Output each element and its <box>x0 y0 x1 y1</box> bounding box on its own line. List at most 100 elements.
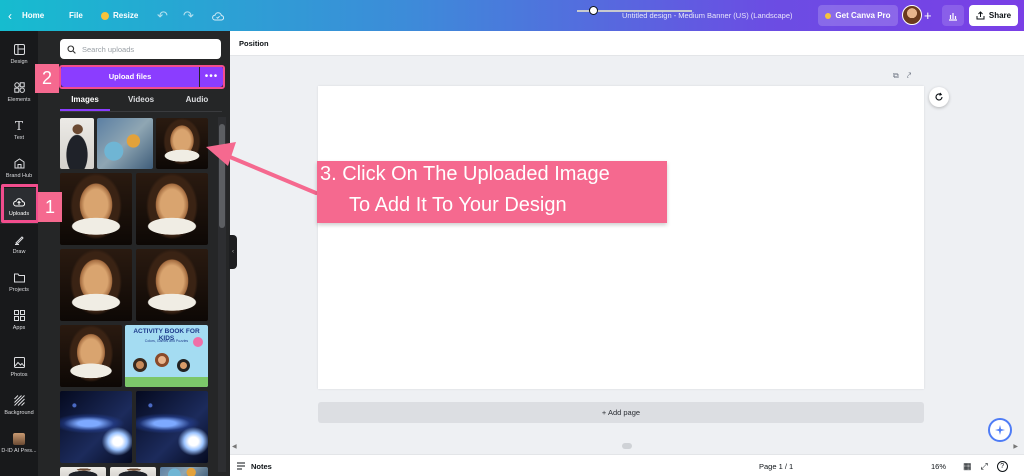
step-1-badge: 1 <box>38 192 62 222</box>
kid-illustration <box>133 358 147 372</box>
search-box[interactable] <box>60 39 221 59</box>
uploaded-image-thumbnail[interactable] <box>136 173 208 245</box>
notes-button[interactable]: Notes <box>236 455 272 476</box>
rail-label: Photos <box>10 371 28 378</box>
rail-item-draw[interactable]: Draw <box>0 226 38 262</box>
apps-icon <box>13 310 25 322</box>
collapse-panel-handle[interactable]: ‹ <box>229 235 237 269</box>
redo-icon[interactable]: ↷ <box>183 0 194 31</box>
app-thumbnail <box>13 432 25 445</box>
left-rail: Design Elements T Text Brand Hub Uploads… <box>0 31 38 476</box>
bar-chart-icon <box>949 12 957 21</box>
rail-item-background[interactable]: Background <box>0 387 38 423</box>
notes-label: Notes <box>251 461 272 471</box>
rail-label: Text <box>13 134 25 141</box>
chevron-left-icon: ‹ <box>8 8 12 23</box>
cloud-saved-icon[interactable] <box>212 0 224 31</box>
kid-illustration <box>177 359 190 372</box>
rail-item-d-id-app[interactable]: D-ID AI Pres... <box>0 425 38 461</box>
scroll-left-icon[interactable]: ◀ <box>232 443 237 450</box>
get-pro-button[interactable]: Get Canva Pro <box>818 5 898 26</box>
duplicate-page-icon[interactable]: ⧉ <box>893 71 899 81</box>
upload-highlight-box <box>59 65 225 89</box>
grid-view-icon[interactable]: ▦ <box>963 461 972 472</box>
add-page-button[interactable]: + Add page <box>318 402 924 423</box>
grass-decoration <box>125 377 208 387</box>
uploaded-image-thumbnail[interactable] <box>160 467 208 476</box>
rail-item-brand-hub[interactable]: Brand Hub <box>0 150 38 186</box>
fullscreen-icon[interactable]: ⤢ <box>981 461 988 472</box>
rail-item-projects[interactable]: Projects <box>0 264 38 300</box>
uploads-highlight-box <box>1 184 39 223</box>
rail-label: Apps <box>12 324 26 331</box>
search-input[interactable] <box>82 44 212 54</box>
scroll-handle[interactable] <box>622 443 632 449</box>
image-icon <box>13 357 25 369</box>
rail-label: Background <box>4 409 34 416</box>
scroll-right-icon[interactable]: ▶ <box>1013 443 1018 450</box>
rail-item-photos[interactable]: Photos <box>0 349 38 385</box>
rail-label: Elements <box>7 96 31 103</box>
tab-images[interactable]: Images <box>60 93 110 111</box>
kid-illustration <box>155 353 169 367</box>
instruction-callout: 3. Click On The Uploaded Image To Add It… <box>317 161 667 223</box>
media-tabs: Images Videos Audio <box>60 93 222 111</box>
uploaded-image-thumbnail[interactable] <box>60 249 132 321</box>
layout-icon <box>13 44 25 56</box>
text-icon: T <box>14 118 23 133</box>
rail-item-elements[interactable]: Elements <box>0 74 38 110</box>
sparkle-icon <box>995 425 1005 435</box>
design-canvas[interactable] <box>318 86 924 389</box>
share-label: Share <box>988 11 1012 20</box>
insights-button[interactable] <box>942 5 964 26</box>
rail-label: Draw <box>12 248 26 255</box>
uploaded-image-thumbnail[interactable] <box>60 391 132 463</box>
resize-button[interactable]: Resize <box>101 0 138 31</box>
page-actions: ⧉ ⤤ <box>893 71 911 81</box>
avatar[interactable] <box>902 5 922 25</box>
notes-icon <box>237 462 245 470</box>
file-menu[interactable]: File <box>69 0 83 31</box>
uploaded-image-thumbnail[interactable] <box>60 118 94 169</box>
pen-icon <box>13 234 25 246</box>
top-bar: ‹ Home File Resize ↶ ↷ Untitled design -… <box>0 0 1024 31</box>
rail-item-text[interactable]: T Text <box>0 112 38 148</box>
step-2-badge: 2 <box>35 64 59 93</box>
magic-assistant-button[interactable] <box>988 418 1012 442</box>
uploaded-image-thumbnail[interactable] <box>136 391 208 463</box>
zoom-level[interactable]: 16% <box>931 455 946 476</box>
tab-audio[interactable]: Audio <box>172 93 222 111</box>
uploaded-image-thumbnail[interactable] <box>60 173 132 245</box>
get-pro-label: Get Canva Pro <box>835 11 891 20</box>
uploaded-image-thumbnail[interactable] <box>97 118 153 169</box>
design-title[interactable]: Untitled design - Medium Banner (US) (La… <box>622 0 793 31</box>
home-button[interactable]: ‹ Home <box>8 0 44 31</box>
view-controls: ▦ ⤢ ? <box>963 455 1008 476</box>
folder-icon <box>13 272 25 284</box>
resize-label: Resize <box>113 11 139 20</box>
undo-icon[interactable]: ↶ <box>157 0 168 31</box>
share-button[interactable]: Share <box>969 5 1018 26</box>
position-button[interactable]: Position <box>239 39 269 48</box>
activity-book-thumbnail[interactable]: ACTIVITY BOOK FOR KIDS Colors, Games and… <box>125 325 208 387</box>
uploaded-image-thumbnail[interactable] <box>136 249 208 321</box>
instruction-line-1: 3. Click On The Uploaded Image <box>320 163 610 185</box>
help-icon[interactable]: ? <box>996 460 1008 472</box>
add-collaborator-icon[interactable]: + <box>924 0 932 31</box>
add-page-icon[interactable]: ⤤ <box>907 71 912 81</box>
page-indicator[interactable]: Page 1 / 1 <box>759 455 793 476</box>
tab-videos[interactable]: Videos <box>116 93 166 111</box>
zoom-slider-knob[interactable] <box>589 6 598 15</box>
canvas-horizontal-scrollbar[interactable]: ◀ ▶ <box>232 441 1018 451</box>
rail-item-apps[interactable]: Apps <box>0 302 38 338</box>
refresh-button[interactable] <box>929 87 949 107</box>
rail-item-design[interactable]: Design <box>0 36 38 72</box>
rail-label: Design <box>10 58 28 65</box>
brand-icon <box>13 158 25 170</box>
uploaded-image-thumbnail[interactable] <box>110 467 156 476</box>
uploaded-image-thumbnail[interactable] <box>60 325 122 387</box>
crown-icon <box>825 12 832 19</box>
uploaded-image-thumbnail[interactable] <box>60 467 106 476</box>
rail-label: Brand Hub <box>5 172 33 179</box>
editor-toolbar: Position <box>230 31 1024 56</box>
